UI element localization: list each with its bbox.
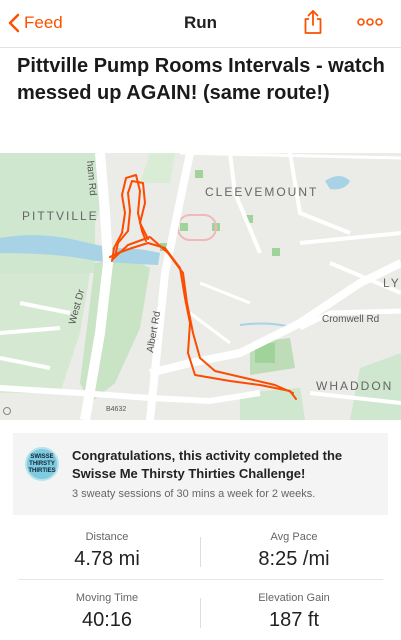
map-label-cromwell-rd: Cromwell Rd	[322, 314, 379, 325]
more-options-icon[interactable]	[356, 14, 384, 30]
map-label-cleevemount: CLEEVEMOUNT	[205, 185, 318, 199]
stat-label: Elevation Gain	[258, 592, 330, 604]
stat-value: 8:25 /mi	[258, 548, 330, 570]
map-info-icon[interactable]	[3, 407, 11, 415]
page-title: Run	[183, 13, 218, 32]
stat-label: Distance	[85, 531, 129, 543]
route-map[interactable]: CLEEVEMOUNT PITTVILLE WHADDON LY Cromwel…	[0, 153, 401, 420]
stat-elevation-gain: Elevation Gain 187 ft	[201, 592, 387, 632]
row-divider	[18, 579, 383, 580]
challenge-badge-icon: SWISSE THIRSTY THIRTIES	[25, 447, 59, 481]
stat-value: 187 ft	[268, 609, 320, 631]
map-label-b4632: B4632	[106, 406, 126, 413]
stat-moving-time: Moving Time 40:16	[14, 592, 200, 632]
navigation-bar: Feed Run	[0, 0, 401, 48]
map-label-pittville: PITTVILLE	[22, 209, 99, 223]
share-icon[interactable]	[303, 9, 323, 35]
stat-avg-pace: Avg Pace 8:25 /mi	[201, 531, 387, 571]
stat-distance: Distance 4.78 mi	[14, 531, 200, 571]
challenge-subtitle: 3 sweaty sessions of 30 mins a week for …	[72, 488, 316, 500]
stat-value: 40:16	[81, 609, 133, 631]
stat-label: Avg Pace	[270, 531, 318, 543]
stat-value: 4.78 mi	[74, 548, 140, 570]
stat-label: Moving Time	[75, 592, 139, 604]
challenge-card[interactable]: SWISSE THIRSTY THIRTIES Congratulations,…	[13, 433, 388, 515]
challenge-title: Congratulations, this activity completed…	[72, 448, 343, 481]
map-label-whaddon: WHADDON	[316, 379, 393, 393]
map-label-ly: LY	[383, 276, 401, 290]
activity-title: Pittville Pump Rooms Intervals - watch m…	[17, 55, 385, 104]
